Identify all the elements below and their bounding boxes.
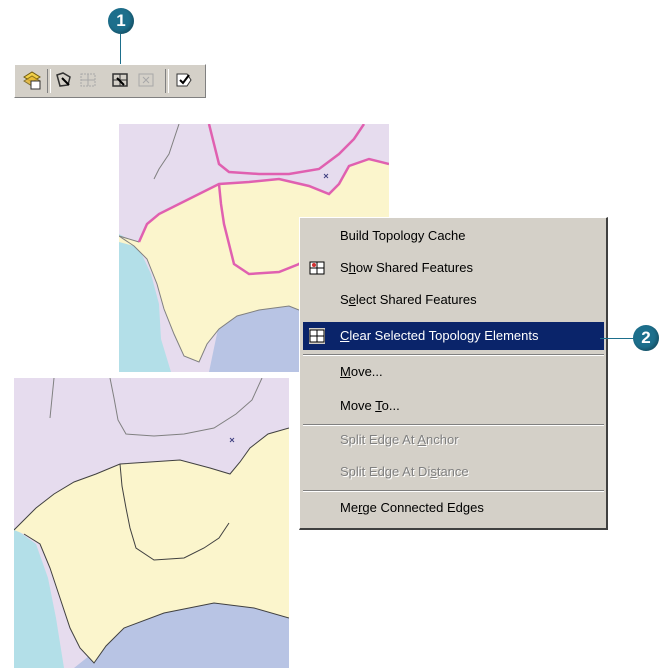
menu-item-select-shared-features[interactable]: Select Shared Features xyxy=(303,286,604,314)
menu-item-split-edge-at-anchor[interactable]: Split Edge At Anchor xyxy=(303,426,604,454)
show-shared-features-icon xyxy=(309,261,325,275)
menu-item-label: Build Topology Cache xyxy=(340,228,466,243)
shared-features-button[interactable] xyxy=(77,69,99,91)
topology-toolbar xyxy=(14,64,206,98)
topology-tool-button[interactable] xyxy=(21,69,43,91)
callout-2: 2 xyxy=(633,325,659,351)
validate-icon xyxy=(176,73,192,87)
toolbar-separator xyxy=(47,69,51,93)
menu-separator xyxy=(303,490,604,492)
menu-separator xyxy=(303,354,604,356)
validate-topology-button[interactable] xyxy=(173,69,195,91)
menu-item-label: Select Shared Features xyxy=(340,292,477,307)
menu-item-move[interactable]: Move... xyxy=(303,358,604,386)
menu-item-label: Show Shared Features xyxy=(340,260,473,275)
menu-item-label: Split Edge At Anchor xyxy=(340,432,459,447)
menu-item-clear-selected-topology-elements[interactable]: Clear Selected Topology Elements xyxy=(303,322,604,350)
menu-item-build-topology-cache[interactable]: Build Topology Cache xyxy=(303,222,604,250)
toolbar-separator xyxy=(165,69,169,93)
callout-1-leader xyxy=(120,34,121,66)
map-after-drawing xyxy=(14,378,289,668)
reshape-edge-button[interactable] xyxy=(135,69,157,91)
menu-item-move-to[interactable]: Move To... xyxy=(303,392,604,420)
topology-context-menu: Build Topology Cache Show Shared Feature… xyxy=(299,217,608,530)
menu-item-label: Merge Connected Edges xyxy=(340,500,484,515)
clear-selection-icon xyxy=(309,328,325,344)
shared-features-icon xyxy=(80,73,96,87)
callout-1: 1 xyxy=(108,8,134,34)
menu-item-split-edge-at-distance[interactable]: Split Edge At Distance xyxy=(303,458,604,486)
topology-edit-tool-button[interactable] xyxy=(53,69,75,91)
menu-item-label: Move To... xyxy=(340,398,400,413)
topology-layer-icon xyxy=(23,71,41,90)
show-shared-features-button[interactable] xyxy=(109,69,131,91)
menu-item-label: Split Edge At Distance xyxy=(340,464,469,479)
topology-edit-icon xyxy=(56,72,71,87)
menu-item-label: Move... xyxy=(340,364,383,379)
reshape-edge-icon xyxy=(138,73,154,87)
show-shared-icon xyxy=(112,73,128,87)
menu-item-show-shared-features[interactable]: Show Shared Features xyxy=(303,254,604,282)
menu-item-label: Clear Selected Topology Elements xyxy=(340,328,539,343)
topology-map-after xyxy=(14,378,289,668)
menu-item-merge-connected-edges[interactable]: Merge Connected Edges xyxy=(303,494,604,522)
